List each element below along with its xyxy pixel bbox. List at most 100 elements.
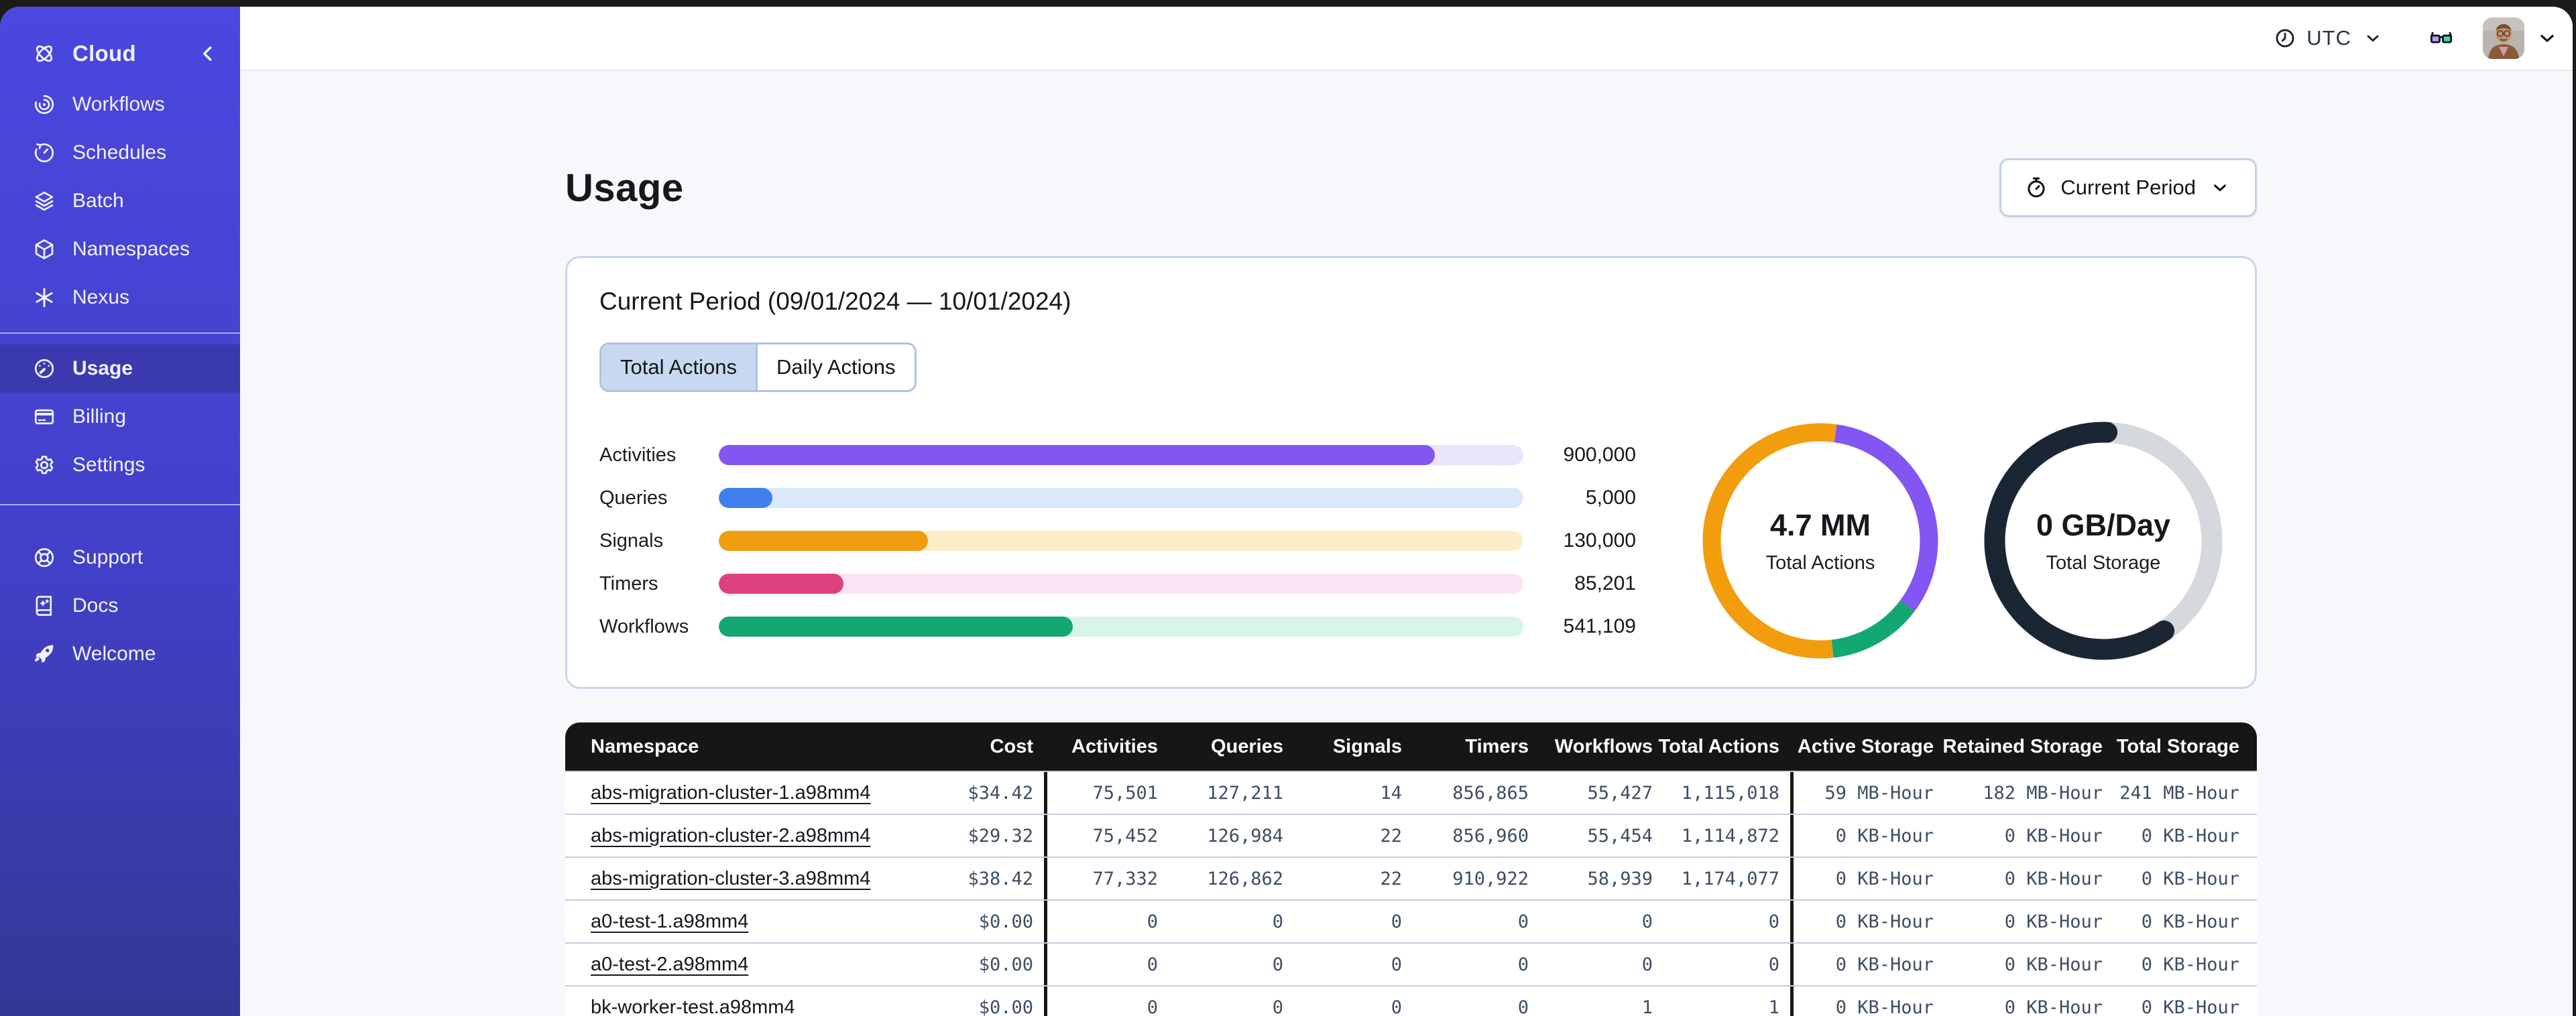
cell-workflows: 58,939 — [1587, 868, 1653, 889]
bar-row-timers: Timers 85,201 — [599, 562, 1636, 605]
brand-row[interactable]: Cloud — [0, 27, 240, 80]
cell-timers: 0 — [1517, 954, 1529, 975]
cell-total_actions: 1,115,018 — [1681, 782, 1779, 804]
cell-retained_storage: 0 KB-Hour — [2004, 825, 2103, 846]
donut-center: 4.7 MM Total Actions — [1701, 422, 1940, 660]
page-head: Usage Current Period — [565, 158, 2257, 217]
donut-caption: Total Storage — [2046, 552, 2161, 574]
sidebar-divider — [0, 332, 240, 334]
cell-active_storage: 0 KB-Hour — [1790, 987, 1944, 1016]
chevron-down-icon — [2208, 178, 2232, 198]
donut-caption: Total Actions — [1765, 552, 1875, 574]
bar-value: 900,000 — [1563, 444, 1636, 466]
sidebar: Cloud Workflows Schedules Batch Namespaces N… — [0, 7, 240, 1016]
sidebar-collapse-button[interactable] — [196, 42, 220, 66]
sidebar-item-label: Settings — [72, 454, 145, 476]
cell-workflows: 0 — [1641, 954, 1653, 975]
sidebar-item-namespaces[interactable]: Namespaces — [0, 225, 240, 273]
bar-value: 5,000 — [1585, 487, 1636, 509]
bar-label: Activities — [599, 444, 677, 466]
welcome-icon — [32, 642, 56, 666]
cell-queries: 126,862 — [1207, 868, 1283, 889]
donut-total-actions: 4.7 MM Total Actions — [1701, 422, 1940, 660]
timezone-selector[interactable]: UTC — [2273, 26, 2385, 50]
cell-queries: 0 — [1272, 997, 1283, 1016]
cell-total_storage: 0 KB-Hour — [2141, 911, 2239, 932]
donut-total-storage: 0 GB/Day Total Storage — [1984, 422, 2223, 660]
sidebar-item-label: Welcome — [72, 643, 156, 665]
bar-row-signals: Signals 130,000 — [599, 519, 1636, 562]
usage-donut-charts: 4.7 MM Total Actions 0 GB/Day Total Storage — [1701, 422, 2223, 660]
workflows-icon — [32, 92, 56, 117]
cell-total_actions: 0 — [1768, 954, 1779, 975]
cell-namespace: a0-test-1.a98mm4 — [565, 901, 902, 942]
cell-cost: $0.00 — [978, 911, 1033, 932]
sidebar-item-docs[interactable]: Docs — [0, 582, 240, 630]
column-header-activities: Activities — [1044, 722, 1169, 771]
bar-value: 541,109 — [1563, 615, 1636, 637]
sidebar-item-welcome[interactable]: Welcome — [0, 630, 240, 678]
cell-active_storage: 0 KB-Hour — [1790, 944, 1944, 985]
cell-queries: 126,984 — [1207, 825, 1283, 846]
tab-daily-actions[interactable]: Daily Actions — [758, 344, 915, 390]
billing-icon — [32, 405, 56, 429]
sidebar-item-usage[interactable]: Usage — [0, 344, 240, 393]
namespace-link[interactable]: a0-test-1.a98mm4 — [591, 911, 748, 933]
desktop-background: Cloud Workflows Schedules Batch Namespaces N… — [0, 0, 2576, 1016]
namespace-usage-table: Namespace Cost Activities Queries Signals Tim… — [565, 722, 2257, 1016]
cell-signals: 22 — [1380, 825, 1402, 846]
user-avatar[interactable] — [2483, 17, 2524, 59]
sidebar-item-label: Docs — [72, 594, 119, 617]
cell-signals: 22 — [1380, 868, 1402, 889]
cell-queries: 127,211 — [1207, 782, 1283, 804]
cell-namespace: abs-migration-cluster-3.a98mm4 — [565, 858, 902, 899]
sidebar-nav-account: Usage Billing Settings — [0, 344, 240, 489]
namespaces-icon — [32, 237, 56, 261]
sidebar-divider — [0, 504, 240, 505]
namespace-link[interactable]: abs-migration-cluster-2.a98mm4 — [591, 825, 870, 847]
cell-cost: $34.42 — [968, 782, 1033, 804]
cell-queries: 0 — [1272, 911, 1283, 932]
app-window: Cloud Workflows Schedules Batch Namespaces N… — [0, 7, 2573, 1016]
bar-label: Signals — [599, 529, 664, 552]
namespace-link[interactable]: bk-worker-test.a98mm4 — [591, 997, 795, 1016]
sidebar-item-label: Namespaces — [72, 238, 190, 260]
period-select-button[interactable]: Current Period — [1999, 158, 2257, 217]
sidebar-item-nexus[interactable]: Nexus — [0, 273, 240, 322]
sidebar-item-workflows[interactable]: Workflows — [0, 80, 240, 129]
donut-value: 0 GB/Day — [2036, 507, 2171, 542]
table-row: abs-migration-cluster-1.a98mm4 $34.42 75,5… — [565, 771, 2257, 814]
bar-fill — [719, 574, 843, 594]
cell-total_storage: 0 KB-Hour — [2141, 868, 2239, 889]
account-menu-chevron[interactable] — [2535, 27, 2559, 49]
sidebar-item-schedules[interactable]: Schedules — [0, 129, 240, 177]
cell-signals: 14 — [1380, 782, 1402, 804]
glasses-icon — [2429, 22, 2453, 54]
feedback-button[interactable] — [2429, 22, 2453, 54]
nexus-icon — [32, 285, 56, 310]
namespace-link[interactable]: abs-migration-cluster-3.a98mm4 — [591, 868, 870, 890]
cell-signals: 0 — [1391, 911, 1402, 932]
batch-icon — [32, 189, 56, 213]
sidebar-item-label: Batch — [72, 190, 124, 212]
sidebar-item-billing[interactable]: Billing — [0, 393, 240, 441]
cell-total_actions: 1,174,077 — [1681, 868, 1779, 889]
docs-icon — [32, 594, 56, 618]
cell-activities: 0 — [1044, 944, 1169, 985]
sidebar-item-batch[interactable]: Batch — [0, 177, 240, 225]
period-button-label: Current Period — [2060, 176, 2196, 199]
cell-active_storage: 59 MB-Hour — [1790, 772, 1944, 814]
cell-workflows: 55,427 — [1587, 782, 1653, 804]
sidebar-item-settings[interactable]: Settings — [0, 441, 240, 489]
cell-signals: 0 — [1391, 954, 1402, 975]
namespace-link[interactable]: a0-test-2.a98mm4 — [591, 954, 748, 976]
tab-total-actions[interactable]: Total Actions — [601, 344, 758, 390]
cell-signals: 0 — [1391, 997, 1402, 1016]
sidebar-item-support[interactable]: Support — [0, 533, 240, 582]
table-row: a0-test-1.a98mm4 $0.00 0 0 0 0 0 0 0 KB-Hour 0 KB… — [565, 899, 2257, 942]
namespace-link[interactable]: abs-migration-cluster-1.a98mm4 — [591, 782, 870, 804]
column-header-workflows: Workflows — [1554, 735, 1653, 757]
table-row: abs-migration-cluster-3.a98mm4 $38.42 77,3… — [565, 856, 2257, 899]
content-inner: Usage Current Period Current Period (09/… — [565, 71, 2257, 1016]
page-title: Usage — [565, 166, 684, 210]
